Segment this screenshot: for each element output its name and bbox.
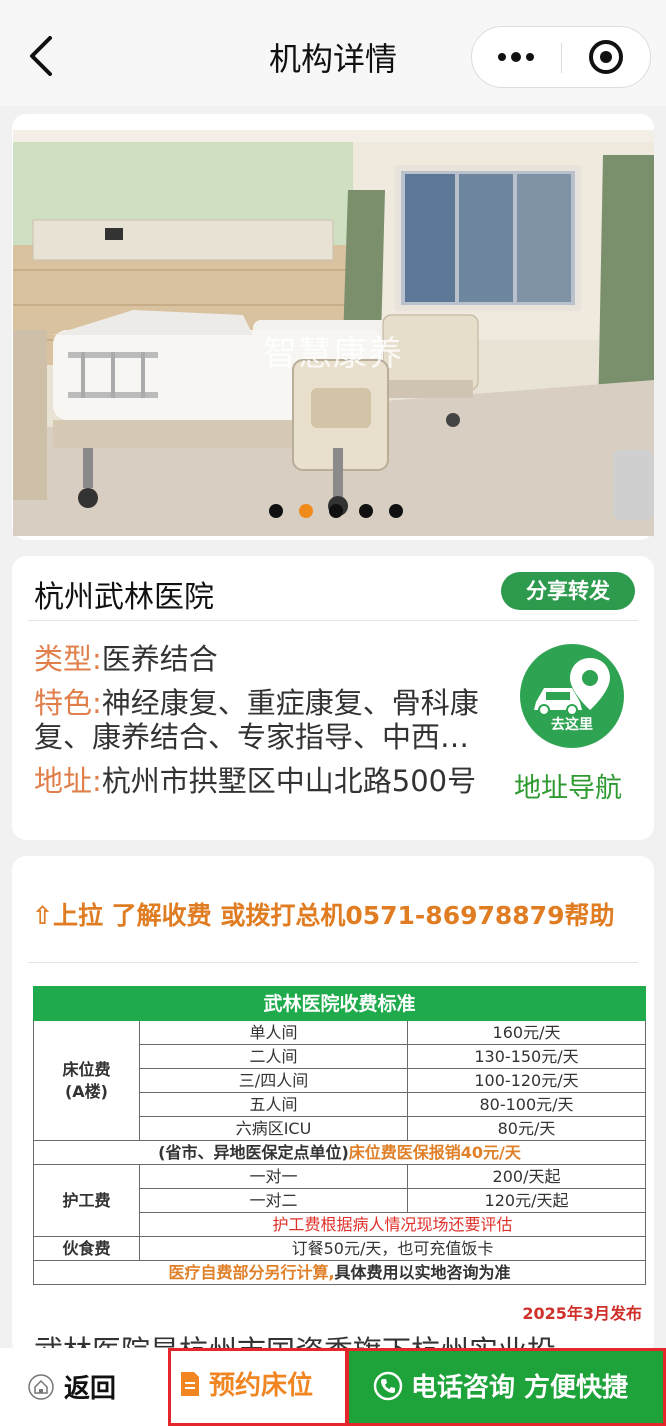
meal-fee-category: 伙食费 bbox=[33, 1236, 140, 1261]
top-nav-bar: 机构详情 bbox=[0, 0, 666, 106]
mini-program-capsule bbox=[471, 26, 651, 88]
document-icon bbox=[181, 1371, 199, 1396]
footer-note: 医疗自费部分另行计算,具体费用以实地咨询为准 bbox=[32, 1260, 647, 1285]
fee-card: ⇧上拉 了解收费 或拨打总机0571-86978879帮助 武林医院收费标准 床… bbox=[12, 856, 654, 1356]
institution-info-card: 杭州武林医院 分享转发 类型:医养结合 特色:神经康复、重症康复、骨科康复、康养… bbox=[12, 556, 654, 840]
go-here-button[interactable]: 去这里 bbox=[520, 644, 624, 748]
care-note: 护工费根据病人情况现场还要评估 bbox=[138, 1212, 647, 1237]
type-value: 医养结合 bbox=[101, 642, 218, 676]
book-bed-label: 预约床位 bbox=[209, 1371, 314, 1401]
bed-price: 100-120元/天 bbox=[406, 1068, 647, 1093]
publish-date: 2025年3月发布 bbox=[522, 1304, 642, 1323]
share-button[interactable]: 分享转发 bbox=[501, 572, 635, 610]
return-button[interactable]: 返回 bbox=[28, 1368, 116, 1405]
bed-price: 130-150元/天 bbox=[406, 1044, 647, 1069]
divider bbox=[28, 620, 638, 621]
ward-photo[interactable]: 智慧康养 bbox=[13, 130, 654, 536]
bed-type: 单人间 bbox=[139, 1020, 408, 1045]
fee-table: 武林医院收费标准 床位费 (A楼) 单人间 160元/天 二人间 130-150元… bbox=[32, 986, 647, 1285]
carousel-dot-active[interactable] bbox=[299, 504, 313, 518]
care-type: 一对一 bbox=[139, 1164, 408, 1189]
institution-name: 杭州武林医院 bbox=[34, 580, 214, 615]
insurance-note: (省市、异地医保定点单位)床位费医保报销40元/天 bbox=[32, 1140, 647, 1165]
feature-label: 特色: bbox=[34, 686, 102, 720]
address-row: 地址:杭州市拱墅区中山北路500号 bbox=[34, 764, 476, 798]
care-price: 200/天起 bbox=[406, 1164, 647, 1189]
address-label: 地址: bbox=[34, 764, 102, 798]
bed-price: 80元/天 bbox=[406, 1116, 647, 1141]
carousel-dot[interactable] bbox=[329, 504, 343, 518]
fee-table-title: 武林医院收费标准 bbox=[32, 986, 647, 1021]
bottom-action-bar: 返回 预约床位 电话咨询 方便快捷 bbox=[0, 1348, 666, 1426]
care-type: 一对二 bbox=[139, 1188, 408, 1213]
carousel-dot[interactable] bbox=[389, 504, 403, 518]
bed-type: 六病区ICU bbox=[139, 1116, 408, 1141]
bed-fee-category: 床位费 (A楼) bbox=[33, 1020, 140, 1141]
bed-price: 160元/天 bbox=[406, 1020, 647, 1045]
carousel-indicators[interactable] bbox=[269, 504, 403, 518]
phone-consult-label: 电话咨询 方便快捷 bbox=[411, 1373, 629, 1403]
carousel-dot[interactable] bbox=[359, 504, 373, 518]
address-value: 杭州市拱墅区中山北路500号 bbox=[101, 764, 477, 798]
bed-type: 五人间 bbox=[139, 1092, 408, 1117]
bed-type: 三/四人间 bbox=[139, 1068, 408, 1093]
gallery-card: 智慧康养 bbox=[12, 114, 654, 540]
address-navigation-link[interactable]: 地址导航 bbox=[514, 766, 622, 805]
phone-icon bbox=[373, 1371, 403, 1400]
divider bbox=[28, 962, 638, 963]
care-fee-category: 护工费 bbox=[33, 1164, 140, 1237]
go-here-label: 去这里 bbox=[551, 717, 593, 733]
pull-up-tip: ⇧上拉 了解收费 或拨打总机0571-86978879帮助 bbox=[32, 901, 615, 930]
more-options-icon[interactable] bbox=[472, 27, 560, 87]
carousel-dot[interactable] bbox=[269, 504, 283, 518]
capsule-divider bbox=[561, 43, 562, 73]
type-label: 类型: bbox=[34, 642, 102, 676]
return-label: 返回 bbox=[64, 1374, 117, 1404]
home-icon bbox=[28, 1373, 54, 1400]
bed-price: 80-100元/天 bbox=[406, 1092, 647, 1117]
meal-fee-value: 订餐50元/天，也可充值饭卡 bbox=[138, 1236, 647, 1261]
book-bed-button[interactable]: 预约床位 bbox=[168, 1348, 348, 1426]
bed-type: 二人间 bbox=[139, 1044, 408, 1069]
close-target-icon[interactable] bbox=[589, 40, 623, 74]
photo-watermark: 智慧康养 bbox=[263, 334, 403, 374]
care-price: 120元/天起 bbox=[406, 1188, 647, 1213]
phone-consult-button[interactable]: 电话咨询 方便快捷 bbox=[346, 1348, 666, 1426]
type-row: 类型:医养结合 bbox=[34, 642, 218, 676]
feature-row: 特色:神经康复、重症康复、骨科康复、康养结合、专家指导、中西… bbox=[34, 686, 524, 754]
